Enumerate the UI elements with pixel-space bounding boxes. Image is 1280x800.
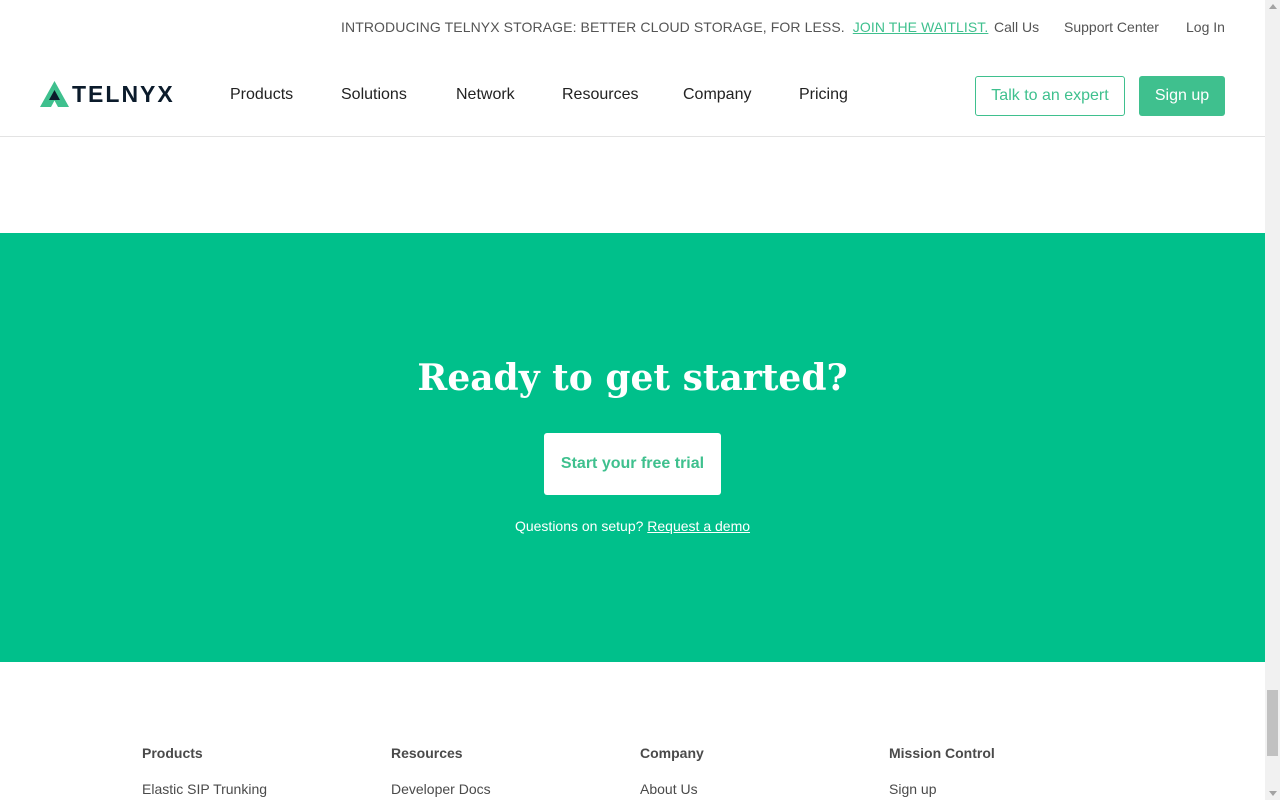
- cta-subtext: Questions on setup? Request a demo: [0, 518, 1265, 534]
- logo-text: TELNYX: [72, 81, 175, 107]
- join-waitlist-link[interactable]: JOIN THE WAITLIST.: [853, 19, 989, 35]
- log-in-link[interactable]: Log In: [1186, 19, 1225, 35]
- telnyx-logo[interactable]: TELNYX: [40, 80, 175, 108]
- scrollbar-track[interactable]: [1265, 0, 1280, 800]
- support-center-link[interactable]: Support Center: [1064, 19, 1159, 35]
- footer-link[interactable]: Developer Docs: [391, 781, 491, 797]
- footer-column-resources: Resources Developer Docs: [391, 745, 491, 797]
- footer-link[interactable]: Sign up: [889, 781, 995, 797]
- scrollbar-thumb[interactable]: [1267, 690, 1278, 756]
- nav-network[interactable]: Network: [456, 86, 515, 104]
- request-demo-link[interactable]: Request a demo: [647, 518, 750, 534]
- talk-to-expert-button[interactable]: Talk to an expert: [975, 76, 1125, 116]
- footer-column-company: Company About Us: [640, 745, 704, 797]
- footer-column-products: Products Elastic SIP Trunking: [142, 745, 267, 797]
- footer-column-mission-control: Mission Control Sign up: [889, 745, 995, 797]
- nav-resources[interactable]: Resources: [562, 86, 638, 104]
- announcement-bar: INTRODUCING TELNYX STORAGE: BETTER CLOUD…: [0, 0, 1265, 56]
- sign-up-button[interactable]: Sign up: [1139, 76, 1225, 116]
- cta-section: Ready to get started? Start your free tr…: [0, 233, 1265, 662]
- announcement: INTRODUCING TELNYX STORAGE: BETTER CLOUD…: [341, 19, 988, 35]
- announcement-text: INTRODUCING TELNYX STORAGE: BETTER CLOUD…: [341, 19, 845, 35]
- nav-company[interactable]: Company: [683, 86, 751, 104]
- nav-pricing[interactable]: Pricing: [799, 86, 848, 104]
- nav-solutions[interactable]: Solutions: [341, 86, 407, 104]
- call-us-link[interactable]: Call Us: [994, 19, 1039, 35]
- footer-link[interactable]: Elastic SIP Trunking: [142, 781, 267, 797]
- footer-heading: Mission Control: [889, 745, 995, 761]
- start-free-trial-button[interactable]: Start your free trial: [544, 433, 721, 495]
- telnyx-logo-icon: [40, 81, 69, 107]
- footer-heading: Company: [640, 745, 704, 761]
- scroll-down-arrow-icon[interactable]: [1269, 791, 1277, 796]
- cta-question: Questions on setup?: [514, 518, 644, 534]
- main-header: TELNYX Products Solutions Network Resour…: [0, 56, 1265, 137]
- scroll-up-arrow-icon[interactable]: [1269, 4, 1277, 9]
- footer-heading: Products: [142, 745, 203, 761]
- footer-link[interactable]: About Us: [640, 781, 704, 797]
- footer-heading: Resources: [391, 745, 463, 761]
- page: INTRODUCING TELNYX STORAGE: BETTER CLOUD…: [0, 0, 1265, 800]
- nav-products[interactable]: Products: [230, 86, 293, 104]
- cta-title: Ready to get started?: [417, 357, 848, 399]
